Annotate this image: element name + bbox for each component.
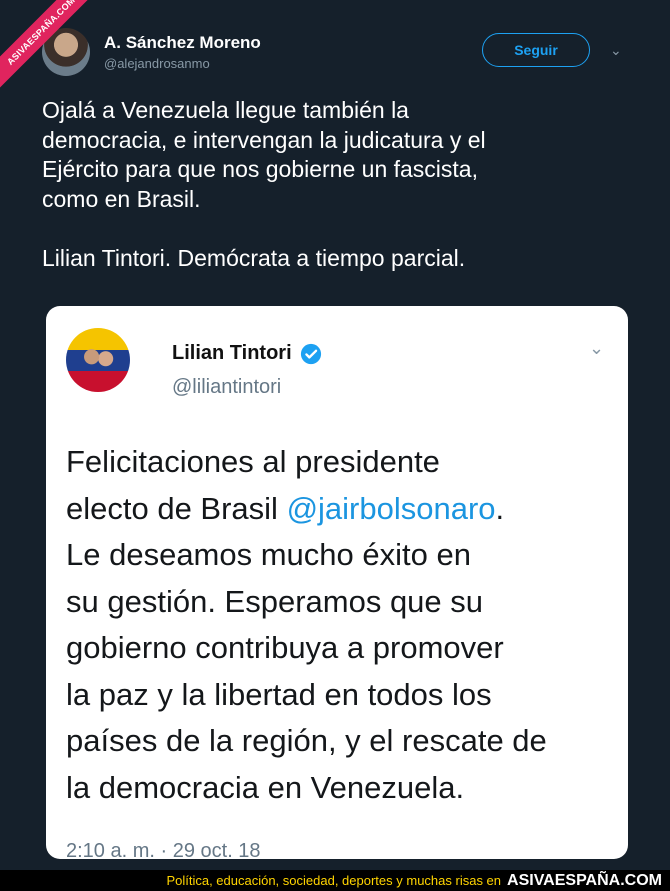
quoted-tweet-card[interactable]: Lilian Tintori @liliantintori ⌄ Felicita… [46, 306, 628, 862]
quoted-line: electo de Brasil @jairbolsonaro. [66, 486, 618, 533]
quoted-line-text: electo de Brasil [66, 490, 287, 526]
quoted-line: Le deseamos mucho éxito en [66, 537, 471, 572]
follow-button[interactable]: Seguir [482, 33, 590, 67]
quoted-text: Felicitaciones al presidente electo de B… [66, 439, 618, 811]
tweet-text: Ojalá a Venezuela llegue también la demo… [42, 97, 486, 271]
verified-badge-icon [300, 343, 321, 364]
mention-suffix: . [495, 490, 505, 526]
footer-tagline: Política, educación, sociedad, deportes … [166, 873, 502, 888]
site-footer: Política, educación, sociedad, deportes … [0, 870, 670, 891]
quoted-name[interactable]: Lilian Tintori [172, 342, 292, 365]
quoted-line: gobierno contribuya a promover [66, 630, 504, 665]
quoted-line: la paz y la libertad en todos los [66, 676, 492, 712]
author-name[interactable]: A. Sánchez Moreno [104, 33, 261, 53]
chevron-down-icon[interactable]: ⌄ [589, 338, 604, 359]
mention-link[interactable]: @jairbolsonaro [287, 491, 496, 526]
quoted-line: su gestión. Esperamos que su [66, 583, 484, 619]
quoted-timestamp[interactable]: 2:10 a. m. · 29 oct. 18 [66, 840, 261, 863]
quoted-line: la democracia en Venezuela. [66, 769, 465, 805]
chevron-down-icon[interactable]: ⌄ [610, 42, 622, 59]
quoted-line: Felicitaciones al presidente [66, 444, 440, 479]
quoted-handle[interactable]: @liliantintori [172, 376, 281, 399]
quoted-line: países de la región, y el rescate de [66, 723, 547, 758]
tweet-header: A. Sánchez Moreno @alejandrosanmo Seguir… [42, 28, 652, 78]
quoted-avatar[interactable] [66, 328, 130, 392]
author-handle[interactable]: @alejandrosanmo [104, 56, 210, 71]
footer-brand[interactable]: ASIVAESPAÑA.COM [507, 872, 662, 889]
quoted-author: Lilian Tintori [172, 342, 322, 365]
